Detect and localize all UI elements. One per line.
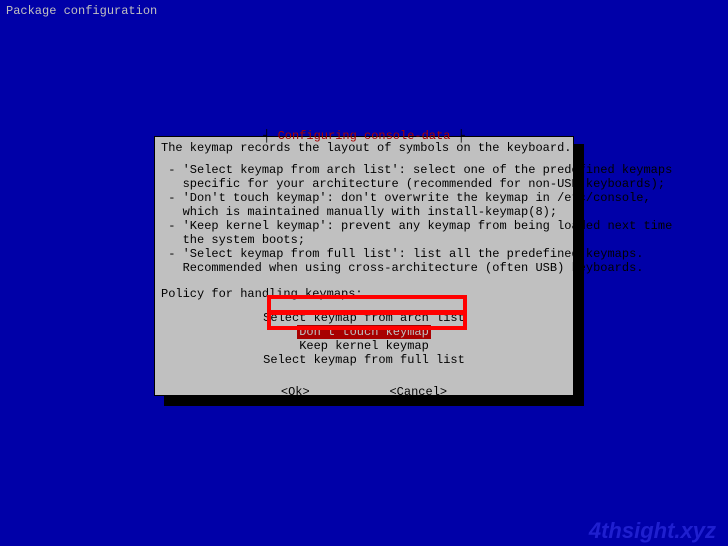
spacer <box>161 155 567 163</box>
option-keep-kernel[interactable]: Keep kernel keymap <box>161 339 567 353</box>
cancel-button[interactable]: <Cancel> <box>389 385 447 399</box>
dialog-title: Configuring console-data <box>278 129 451 143</box>
bullet-1: - 'Don't touch keymap': don't overwrite … <box>161 191 567 219</box>
page-header: Package configuration <box>6 4 157 18</box>
watermark: 4thsight.xyz <box>589 524 716 538</box>
ok-button[interactable]: <Ok> <box>281 385 310 399</box>
prompt-text: Policy for handling keymaps: <box>161 287 567 301</box>
bullet-2: - 'Keep kernel keymap': prevent any keym… <box>161 219 567 247</box>
button-row: <Ok> <Cancel> <box>161 385 567 399</box>
intro-text: The keymap records the layout of symbols… <box>161 141 567 155</box>
option-full-list[interactable]: Select keymap from full list <box>161 353 567 367</box>
options-list: Select keymap from arch list Don't touch… <box>161 311 567 367</box>
bullet-3: - 'Select keymap from full list': list a… <box>161 247 567 275</box>
bullet-0: - 'Select keymap from arch list': select… <box>161 163 567 191</box>
option-arch-list[interactable]: Select keymap from arch list <box>161 311 567 325</box>
title-prefix: ┤ <box>263 129 277 143</box>
title-suffix: ├ <box>450 129 464 143</box>
option-dont-touch[interactable]: Don't touch keymap <box>297 325 431 339</box>
dialog-title-wrap: ┤ Configuring console-data ├ <box>155 129 573 143</box>
config-dialog: ┤ Configuring console-data ├ The keymap … <box>154 136 574 396</box>
